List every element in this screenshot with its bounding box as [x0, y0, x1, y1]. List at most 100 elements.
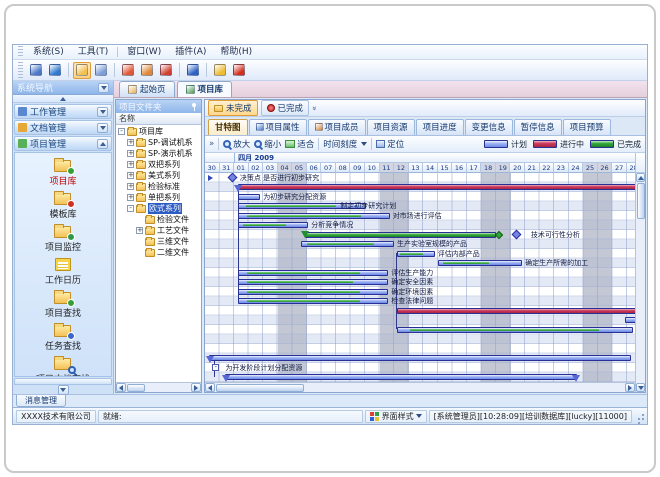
more-buttons-chevron[interactable]: » — [310, 106, 319, 111]
menubar-grip[interactable] — [18, 46, 23, 57]
gantt-bar-completed[interactable] — [305, 232, 496, 238]
gantt-bar-plan[interactable] — [238, 298, 388, 304]
tree-scroll-right[interactable] — [191, 383, 201, 392]
zoom-in-button[interactable]: 放大 — [223, 138, 250, 150]
tree-expander[interactable]: - — [118, 128, 125, 135]
filter-button-已完成[interactable]: 已完成 — [261, 100, 310, 116]
sidebar-item-任务查找[interactable]: 任务查找 — [15, 321, 111, 352]
tree-node-SP-调试机系[interactable]: +SP-调试机系 — [116, 137, 201, 148]
menu-item-4[interactable]: 帮助(H) — [213, 45, 259, 59]
gantt-hscroll-thumb[interactable] — [216, 384, 304, 392]
tree-scroll-thumb[interactable] — [127, 384, 145, 392]
gantt-bar-progress[interactable] — [397, 308, 635, 314]
sidebar-panel-文档管理[interactable]: 文档管理 — [14, 120, 112, 135]
panel-expand-button[interactable] — [97, 123, 108, 133]
tree-expander[interactable]: + — [127, 172, 134, 179]
power-button[interactable] — [230, 62, 248, 79]
gantt-bar-plan[interactable] — [209, 355, 631, 361]
app-monitor-button[interactable] — [27, 62, 45, 79]
tree-node-检验文件[interactable]: 检验文件 — [116, 214, 201, 225]
layout-window-button[interactable] — [92, 62, 110, 79]
fit-button[interactable]: 适合 — [285, 138, 314, 150]
gantt-scroll-right[interactable] — [625, 383, 635, 392]
tree-expander[interactable]: + — [127, 139, 134, 146]
summary-expander-icon[interactable]: - — [212, 364, 219, 371]
menu-item-3[interactable]: 插件(A) — [168, 45, 213, 59]
gantt-hscrollbar[interactable] — [205, 382, 635, 392]
gantt-bar-plan[interactable] — [238, 222, 308, 228]
help-button[interactable] — [184, 62, 202, 79]
tree-expander[interactable]: + — [127, 183, 134, 190]
zoom-out-button[interactable]: 缩小 — [254, 138, 281, 150]
gantt-bar-plan[interactable] — [438, 260, 522, 266]
menu-item-2[interactable]: 窗口(W) — [120, 45, 168, 59]
view-tab-项目进度[interactable]: 项目进度 — [416, 119, 464, 135]
gantt-bar-plan[interactable] — [238, 270, 388, 276]
tree-expander[interactable]: + — [127, 161, 134, 168]
tree-node-SP-演示机系[interactable]: +SP-演示机系 — [116, 148, 201, 159]
tree-node-二维文件[interactable]: 二维文件 — [116, 247, 201, 258]
tree-node-项目库[interactable]: -项目库 — [116, 126, 201, 137]
doc-tab-项目库[interactable]: 项目库 — [177, 81, 233, 97]
pin-icon[interactable] — [190, 102, 198, 111]
sidebar-panel-工作管理[interactable]: 工作管理 — [14, 104, 112, 119]
sidebar-partial-panel[interactable] — [14, 378, 112, 385]
folder-open-button[interactable] — [73, 62, 91, 79]
view-tab-项目资源[interactable]: 项目资源 — [367, 119, 415, 135]
doc-tab-起始页[interactable]: 起始页 — [119, 81, 175, 97]
gantt-bar-plan[interactable] — [238, 194, 260, 200]
calendar-view-button[interactable] — [138, 62, 156, 79]
view-tab-项目属性[interactable]: 项目属性 — [249, 119, 307, 135]
sidebar-item-项目库[interactable]: 项目库 — [15, 156, 111, 187]
tree-node-欧式系列[interactable]: -欧式系列 — [116, 203, 201, 214]
panel-collapse-button[interactable] — [97, 139, 108, 149]
view-tab-甘特图[interactable]: 甘特图 — [208, 119, 248, 135]
sidebar-scroll-down-button[interactable] — [58, 385, 69, 395]
gantt-scroll-up[interactable] — [636, 173, 645, 182]
tree-column-header[interactable]: 名称 — [116, 113, 201, 125]
calendar-close-button[interactable] — [157, 62, 175, 79]
view-tab-项目成员[interactable]: 项目成员 — [308, 119, 366, 135]
view-tab-变更信息[interactable]: 变更信息 — [465, 119, 513, 135]
gantt-bar-plan[interactable] — [225, 374, 577, 380]
sidebar-item-项目监控[interactable]: 项目监控 — [15, 222, 111, 253]
menu-item-1[interactable]: 工具(T) — [71, 45, 116, 59]
gantt-bar-plan[interactable] — [625, 317, 635, 323]
gantt-bar-plan[interactable] — [238, 289, 388, 295]
gantt-grid[interactable]: 决策点 是否进行初步研究为初步研究分配资源制定初步研究计划对市场进行评估分析竞争… — [205, 173, 635, 382]
sidebar-collapse-button[interactable] — [98, 83, 109, 93]
sidebar-item-项目文档查找[interactable]: 项目文档查找 — [15, 354, 111, 377]
view-tab-暂停信息[interactable]: 暂停信息 — [514, 119, 562, 135]
tree-expander[interactable]: + — [136, 227, 143, 234]
menu-item-0[interactable]: 系统(S) — [26, 45, 71, 59]
view-tab-项目预算[interactable]: 项目预算 — [563, 119, 611, 135]
time-scale-dropdown[interactable]: 时间刻度 — [323, 138, 367, 150]
toolbar-grip[interactable] — [18, 62, 23, 78]
locate-button[interactable]: 定位 — [376, 138, 404, 150]
gantt-bar-plan[interactable] — [238, 213, 389, 219]
tree-node-美式系列[interactable]: +美式系列 — [116, 170, 201, 181]
gantt-scroll-left[interactable] — [205, 383, 215, 392]
gantt-bar-plan[interactable] — [397, 327, 633, 333]
gantt-bar-plan[interactable] — [301, 241, 394, 247]
gantt-bar-plan[interactable] — [238, 279, 388, 285]
globe-button[interactable] — [46, 62, 64, 79]
gantt-bar-plan[interactable] — [397, 251, 435, 257]
lock-button[interactable] — [211, 62, 229, 79]
gantt-scroll-down[interactable] — [636, 383, 645, 392]
gantt-vscroll-thumb[interactable] — [637, 183, 645, 219]
tree-node-单把系列[interactable]: +单把系列 — [116, 192, 201, 203]
tree-node-三维文件[interactable]: 三维文件 — [116, 236, 201, 247]
interface-style-button[interactable]: 界面样式 — [365, 410, 427, 423]
gantt-vscrollbar[interactable] — [635, 153, 645, 392]
calendar-new-button[interactable] — [119, 62, 137, 79]
gantt-bar-progress[interactable] — [238, 184, 635, 190]
tree-node-双把系列[interactable]: +双把系列 — [116, 159, 201, 170]
tree-node-检验标准[interactable]: +检验标准 — [116, 181, 201, 192]
sidebar-item-工作日历[interactable]: 工作日历 — [15, 255, 111, 286]
toolbar-overflow-button[interactable]: » — [209, 139, 214, 149]
panel-expand-button[interactable] — [97, 107, 108, 117]
tree-node-工艺文件[interactable]: +工艺文件 — [116, 225, 201, 236]
milestone-diamond-icon[interactable] — [227, 173, 237, 182]
sidebar-item-项目查找[interactable]: 项目查找 — [15, 288, 111, 319]
